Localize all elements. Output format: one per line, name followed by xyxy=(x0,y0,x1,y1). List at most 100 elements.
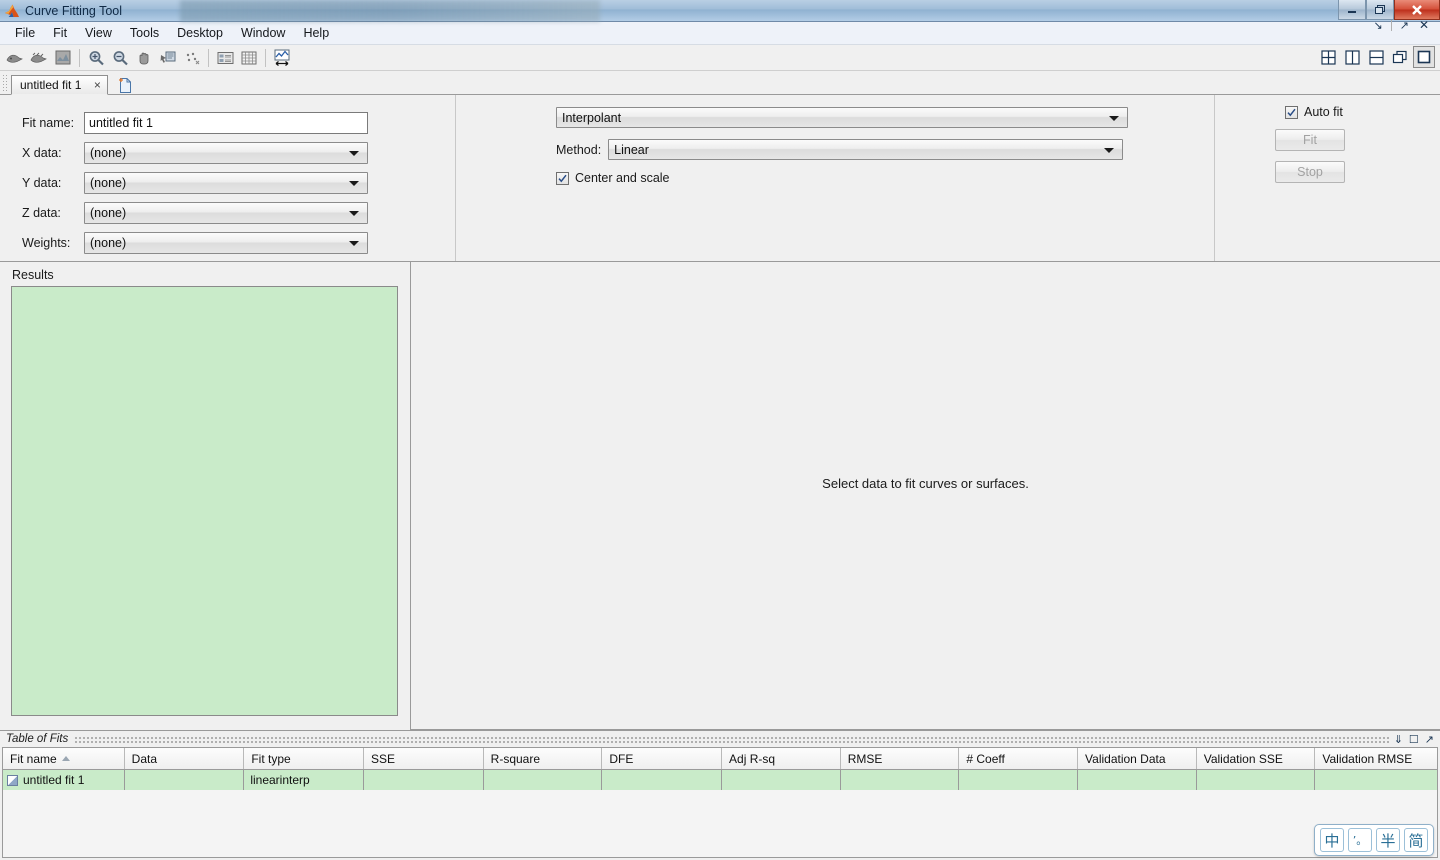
ime-status-bar: 中 ʼ。 半 简 xyxy=(1314,824,1434,856)
exclude-outliers-icon[interactable] xyxy=(181,47,203,69)
auto-fit-checkbox[interactable] xyxy=(1285,105,1298,119)
cell-dfe[interactable] xyxy=(602,770,723,790)
ime-simplified-key[interactable]: 简 xyxy=(1404,828,1428,852)
z-data-row: Z data: (none) xyxy=(22,198,455,228)
cell-num-coeff[interactable] xyxy=(959,770,1079,790)
column-header-fit-name[interactable]: Fit name xyxy=(3,748,125,769)
chevron-down-icon xyxy=(1104,147,1115,153)
menu-fit[interactable]: Fit xyxy=(44,24,76,42)
x-data-select[interactable]: (none) xyxy=(84,142,368,164)
cell-fit-name[interactable]: untitled fit 1 xyxy=(3,770,125,790)
grid-icon[interactable] xyxy=(238,47,260,69)
layout-vertical-split-icon[interactable] xyxy=(1341,46,1363,68)
matlab-membrane-icon xyxy=(5,4,19,17)
tof-undock-icon[interactable]: ↗ xyxy=(1425,733,1434,746)
table-row[interactable]: untitled fit 1 linearinterp xyxy=(3,770,1437,790)
layout-horizontal-split-icon[interactable] xyxy=(1365,46,1387,68)
ime-chinese-mode-key[interactable]: 中 xyxy=(1320,828,1344,852)
toolbar-right-group: ↘ ↗ ✕ xyxy=(1316,18,1436,68)
menu-window[interactable]: Window xyxy=(232,24,294,42)
column-header-fit-type[interactable]: Fit type xyxy=(244,748,364,769)
column-header-adj-r-sq[interactable]: Adj R-sq xyxy=(722,748,841,769)
zoom-out-icon[interactable] xyxy=(109,47,131,69)
cell-data[interactable] xyxy=(125,770,245,790)
cell-validation-rmse[interactable] xyxy=(1315,770,1437,790)
weights-value: (none) xyxy=(90,236,127,250)
fit-options-panel: Fit name: X data: (none) Y data: (none) … xyxy=(0,95,1440,262)
weights-label: Weights: xyxy=(22,236,71,250)
ime-halfwidth-key[interactable]: 半 xyxy=(1376,828,1400,852)
y-data-select[interactable]: (none) xyxy=(84,172,368,194)
auto-fit-row[interactable]: Auto fit xyxy=(1285,105,1343,119)
fit-button[interactable]: Fit xyxy=(1275,129,1345,151)
column-header-rmse[interactable]: RMSE xyxy=(841,748,960,769)
toolbar: ↘ ↗ ✕ xyxy=(0,18,1440,71)
column-header-validation-sse[interactable]: Validation SSE xyxy=(1197,748,1316,769)
y-data-row: Y data: (none) xyxy=(22,168,455,198)
column-header-dfe[interactable]: DFE xyxy=(602,748,723,769)
column-header-sse[interactable]: SSE xyxy=(364,748,484,769)
tof-dock-icon[interactable]: ⇓ xyxy=(1394,733,1403,746)
stop-button[interactable]: Stop xyxy=(1275,161,1345,183)
column-header-data[interactable]: Data xyxy=(125,748,245,769)
column-header-validation-rmse[interactable]: Validation RMSE xyxy=(1315,748,1437,769)
results-text-area[interactable] xyxy=(11,286,398,716)
cell-validation-data[interactable] xyxy=(1078,770,1197,790)
legend-icon[interactable] xyxy=(214,47,236,69)
tabstrip-drag-grip[interactable] xyxy=(2,74,9,92)
column-header-r-square[interactable]: R-square xyxy=(484,748,603,769)
menu-file[interactable]: File xyxy=(6,24,44,42)
fit-tab-close-icon[interactable]: × xyxy=(91,78,103,92)
layout-grid-icon[interactable] xyxy=(1317,46,1339,68)
window-title: Curve Fitting Tool xyxy=(25,3,123,18)
cell-validation-sse[interactable] xyxy=(1197,770,1316,790)
method-select[interactable]: Linear xyxy=(608,139,1124,160)
chevron-down-icon xyxy=(349,241,359,246)
table-empty-area xyxy=(3,790,1437,857)
close-button[interactable] xyxy=(1394,0,1440,20)
menu-view[interactable]: View xyxy=(76,24,121,42)
toolbar-separator-3 xyxy=(265,48,266,67)
x-data-value: (none) xyxy=(90,146,127,160)
table-of-fits-drag-area[interactable] xyxy=(74,735,1390,743)
column-header-num-coeff[interactable]: # Coeff xyxy=(959,748,1079,769)
cell-adj-r-sq[interactable] xyxy=(722,770,841,790)
curve-fitting-tool-window: Curve Fitting Tool File Fit View Tools D xyxy=(0,0,1440,860)
print-preview-icon[interactable] xyxy=(52,47,74,69)
center-and-scale-checkbox[interactable] xyxy=(556,171,569,185)
fit-name-label: Fit name: xyxy=(22,116,75,130)
cell-r-square[interactable] xyxy=(484,770,603,790)
axes-limits-icon[interactable] xyxy=(271,47,293,69)
new-fit-tab-button[interactable] xyxy=(114,75,136,95)
cell-sse[interactable] xyxy=(364,770,484,790)
fit-actions-section: Auto fit Fit Stop xyxy=(1215,95,1440,261)
weights-select[interactable]: (none) xyxy=(84,232,368,254)
y-data-value: (none) xyxy=(90,176,127,190)
fit-name-input[interactable] xyxy=(84,112,368,134)
zoom-in-icon[interactable] xyxy=(85,47,107,69)
layout-cascade-icon[interactable] xyxy=(1389,46,1411,68)
ime-punctuation-key[interactable]: ʼ。 xyxy=(1348,828,1372,852)
menu-tools[interactable]: Tools xyxy=(121,24,168,42)
column-header-validation-data[interactable]: Validation Data xyxy=(1078,748,1197,769)
plot-pane[interactable]: Select data to fit curves or surfaces. xyxy=(411,262,1440,730)
fit-tab-untitled-fit-1[interactable]: untitled fit 1 × xyxy=(11,75,109,95)
cell-fit-type[interactable]: linearinterp xyxy=(244,770,364,790)
restore-button[interactable] xyxy=(1366,0,1394,20)
fit-type-select[interactable]: Interpolant xyxy=(556,107,1128,128)
fit-surface-icon[interactable] xyxy=(28,47,50,69)
z-data-select[interactable]: (none) xyxy=(84,202,368,224)
data-cursor-icon[interactable] xyxy=(157,47,179,69)
menu-help[interactable]: Help xyxy=(294,24,338,42)
cell-rmse[interactable] xyxy=(841,770,960,790)
table-of-fits-title: Table of Fits xyxy=(6,733,69,745)
layout-single-icon[interactable] xyxy=(1413,46,1435,68)
menu-desktop[interactable]: Desktop xyxy=(168,24,232,42)
z-data-value: (none) xyxy=(90,206,127,220)
fit-curve-icon[interactable] xyxy=(4,47,26,69)
pan-icon[interactable] xyxy=(133,47,155,69)
tof-maximize-icon[interactable]: ☐ xyxy=(1409,733,1419,746)
minimize-button[interactable] xyxy=(1338,0,1366,20)
titlebar-blur-backdrop xyxy=(180,0,600,22)
center-and-scale-row[interactable]: Center and scale xyxy=(556,171,1214,185)
